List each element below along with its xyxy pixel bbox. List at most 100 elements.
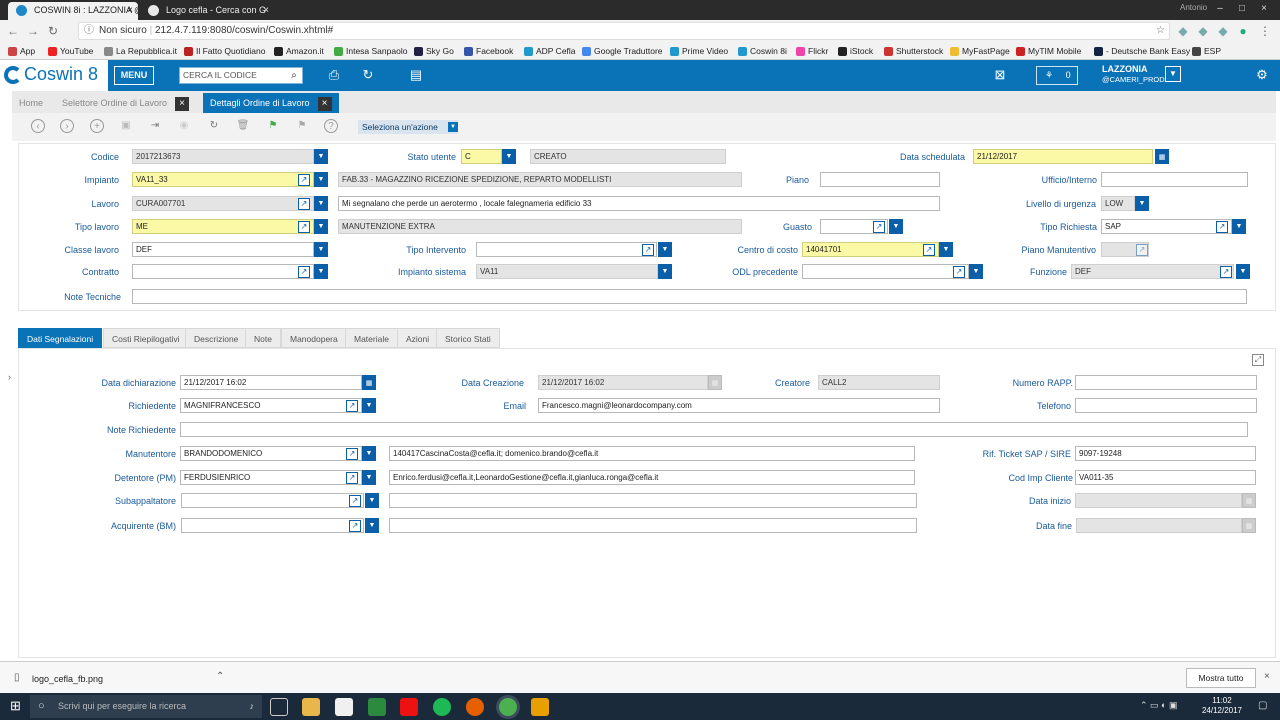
forward-icon[interactable]: → bbox=[26, 24, 40, 38]
tipo-lavoro-field[interactable]: ME bbox=[132, 219, 314, 234]
open-link-icon[interactable]: ↗ bbox=[1136, 244, 1148, 256]
store-icon[interactable] bbox=[335, 698, 353, 716]
subtab-azioni[interactable]: Azioni bbox=[397, 328, 439, 348]
close-icon[interactable]: × bbox=[1264, 671, 1270, 682]
add-icon[interactable]: + bbox=[90, 119, 104, 133]
open-link-icon[interactable]: ↗ bbox=[873, 221, 885, 233]
urgenza-field[interactable]: LOW bbox=[1101, 196, 1135, 211]
extension-icon[interactable]: ● bbox=[1236, 24, 1250, 38]
bookmark-item[interactable]: MyTIM Mobile bbox=[1016, 44, 1081, 58]
maximize-icon[interactable]: □ bbox=[1236, 3, 1248, 15]
bookmark-item[interactable]: - Deutsche Bank Easy bbox=[1094, 44, 1190, 58]
info-icon[interactable]: ⓘ bbox=[84, 23, 94, 39]
excel-icon[interactable]: ⊠ bbox=[992, 67, 1008, 83]
funzione-field[interactable]: DEF bbox=[1071, 264, 1234, 279]
collapse-arrow-icon[interactable]: › bbox=[8, 372, 11, 382]
chevron-down-icon[interactable]: ▼ bbox=[314, 219, 328, 234]
menu-button[interactable]: MENU bbox=[114, 66, 154, 85]
subtab-note[interactable]: Note bbox=[245, 328, 281, 348]
chevron-down-icon[interactable]: ▼ bbox=[889, 219, 903, 234]
star-icon[interactable]: ☆ bbox=[1156, 23, 1165, 39]
open-link-icon[interactable]: ↗ bbox=[1216, 221, 1228, 233]
action-select[interactable]: Seleziona un'azione ▼ bbox=[358, 120, 458, 134]
bookmark-item[interactable]: iStock bbox=[838, 44, 873, 58]
subappaltatore-extra-field[interactable] bbox=[389, 493, 917, 508]
data-dichiarazione-field[interactable]: 21/12/2017 16:02 bbox=[180, 375, 362, 390]
bookmark-item[interactable]: La Repubblica.it bbox=[104, 44, 177, 58]
export-icon[interactable]: ⇥ bbox=[148, 119, 162, 133]
calendar-icon[interactable]: ▦ bbox=[1155, 149, 1169, 164]
bookmark-item[interactable]: Shutterstock bbox=[884, 44, 943, 58]
open-link-icon[interactable]: ↗ bbox=[349, 495, 361, 507]
open-link-icon[interactable]: ↗ bbox=[298, 266, 310, 278]
clock-date[interactable]: 24/12/2017 bbox=[1200, 706, 1244, 715]
bookmark-item[interactable]: Facebook bbox=[464, 44, 513, 58]
youtube-icon[interactable] bbox=[400, 698, 418, 716]
print-icon[interactable]: ⎙ bbox=[326, 67, 342, 83]
file-explorer-icon[interactable] bbox=[302, 698, 320, 716]
view-icon[interactable]: ◉ bbox=[177, 119, 191, 133]
open-link-icon[interactable]: ↗ bbox=[923, 244, 935, 256]
bookmark-item[interactable]: ADP Cefla bbox=[524, 44, 576, 58]
reload-icon[interactable]: ↻ bbox=[207, 119, 221, 133]
chevron-down-icon[interactable]: ▼ bbox=[362, 446, 376, 461]
open-link-icon[interactable]: ↗ bbox=[346, 400, 358, 412]
microphone-icon[interactable]: ♪ bbox=[250, 695, 255, 718]
open-link-icon[interactable]: ↗ bbox=[642, 244, 654, 256]
tab-home[interactable]: Home bbox=[12, 93, 50, 113]
firefox-icon[interactable] bbox=[466, 698, 484, 716]
bookmark-item[interactable]: Flickr bbox=[796, 44, 828, 58]
bookmark-item[interactable]: Amazon.it bbox=[274, 44, 324, 58]
download-file-name[interactable]: logo_cefla_fb.png bbox=[32, 674, 103, 684]
task-view-icon[interactable] bbox=[270, 698, 288, 716]
subtab-descrizione[interactable]: Descrizione bbox=[185, 328, 248, 348]
subtab-materiale[interactable]: Materiale bbox=[345, 328, 398, 348]
show-all-button[interactable]: Mostra tutto bbox=[1186, 668, 1256, 688]
app-icon[interactable] bbox=[368, 698, 386, 716]
extension-icon[interactable]: ◆ bbox=[1176, 24, 1190, 38]
taskbar-search-input[interactable]: ○ Scrivi qui per eseguire la ricerca ♪ bbox=[30, 695, 262, 718]
bookmark-item[interactable]: Coswin 8i bbox=[738, 44, 787, 58]
chevron-down-icon[interactable]: ▼ bbox=[969, 264, 983, 279]
bookmark-item[interactable]: Sky Go bbox=[414, 44, 454, 58]
lavoro-field[interactable]: CURA007701 bbox=[132, 196, 314, 211]
subappaltatore-field[interactable] bbox=[181, 493, 364, 508]
expand-icon[interactable]: ⤢ bbox=[1252, 354, 1264, 366]
chevron-down-icon[interactable]: ▼ bbox=[362, 470, 376, 485]
tray-icon[interactable]: ▤ bbox=[408, 67, 424, 83]
extension-icon[interactable]: ◆ bbox=[1196, 24, 1210, 38]
note-tecniche-field[interactable] bbox=[132, 289, 1247, 304]
subtab-storico[interactable]: Storico Stati bbox=[436, 328, 500, 348]
chevron-down-icon[interactable]: ▼ bbox=[365, 493, 379, 508]
spotify-icon[interactable] bbox=[433, 698, 451, 716]
bookmark-item[interactable]: MyFastPage bbox=[950, 44, 1010, 58]
lavoro-description-input[interactable]: Mi segnalano che perde un aerotermo , lo… bbox=[338, 196, 940, 211]
next-icon[interactable]: › bbox=[60, 119, 74, 133]
tipo-intervento-field[interactable] bbox=[476, 242, 657, 257]
bookmark-item[interactable]: ESP bbox=[1192, 44, 1221, 58]
manutentore-field[interactable]: BRANDODOMENICO bbox=[180, 446, 362, 461]
contratto-field[interactable] bbox=[132, 264, 314, 279]
chevron-down-icon[interactable]: ▼ bbox=[365, 518, 379, 533]
close-window-icon[interactable]: × bbox=[1258, 3, 1270, 15]
close-icon[interactable]: × bbox=[127, 2, 133, 19]
impianto-sistema-field[interactable]: VA11 bbox=[476, 264, 658, 279]
subtab-costi[interactable]: Costi Riepilogativi bbox=[103, 328, 189, 348]
profile-name[interactable]: Antonio bbox=[1180, 3, 1207, 12]
user-dropdown-icon[interactable]: ▼ bbox=[1165, 66, 1181, 82]
code-search-input[interactable]: CERCA IL CODICE ⌕ bbox=[179, 67, 303, 84]
subtab-manodopera[interactable]: Manodopera bbox=[281, 328, 347, 348]
reload-icon[interactable]: ↻ bbox=[46, 24, 60, 38]
note-richiedente-field[interactable] bbox=[180, 422, 1248, 437]
chevron-down-icon[interactable]: ▼ bbox=[314, 172, 328, 187]
bookmark-item[interactable]: Il Fatto Quotidiano bbox=[184, 44, 265, 58]
close-icon[interactable]: × bbox=[175, 96, 190, 111]
codice-field[interactable]: 2017213673 bbox=[132, 149, 314, 164]
richiedente-field[interactable]: MAGNIFRANCESCO bbox=[180, 398, 362, 413]
url-input[interactable]: ⓘ Non sicuro | 212.4.7.119:8080/coswin/C… bbox=[78, 22, 1170, 40]
open-link-icon[interactable]: ↗ bbox=[346, 472, 358, 484]
save-icon[interactable]: ▣ bbox=[119, 119, 133, 133]
chevron-down-icon[interactable]: ▼ bbox=[939, 242, 953, 257]
tab-selettore[interactable]: Selettore Ordine di Lavoro × bbox=[55, 93, 196, 113]
search-icon[interactable]: ⌕ bbox=[286, 68, 302, 83]
